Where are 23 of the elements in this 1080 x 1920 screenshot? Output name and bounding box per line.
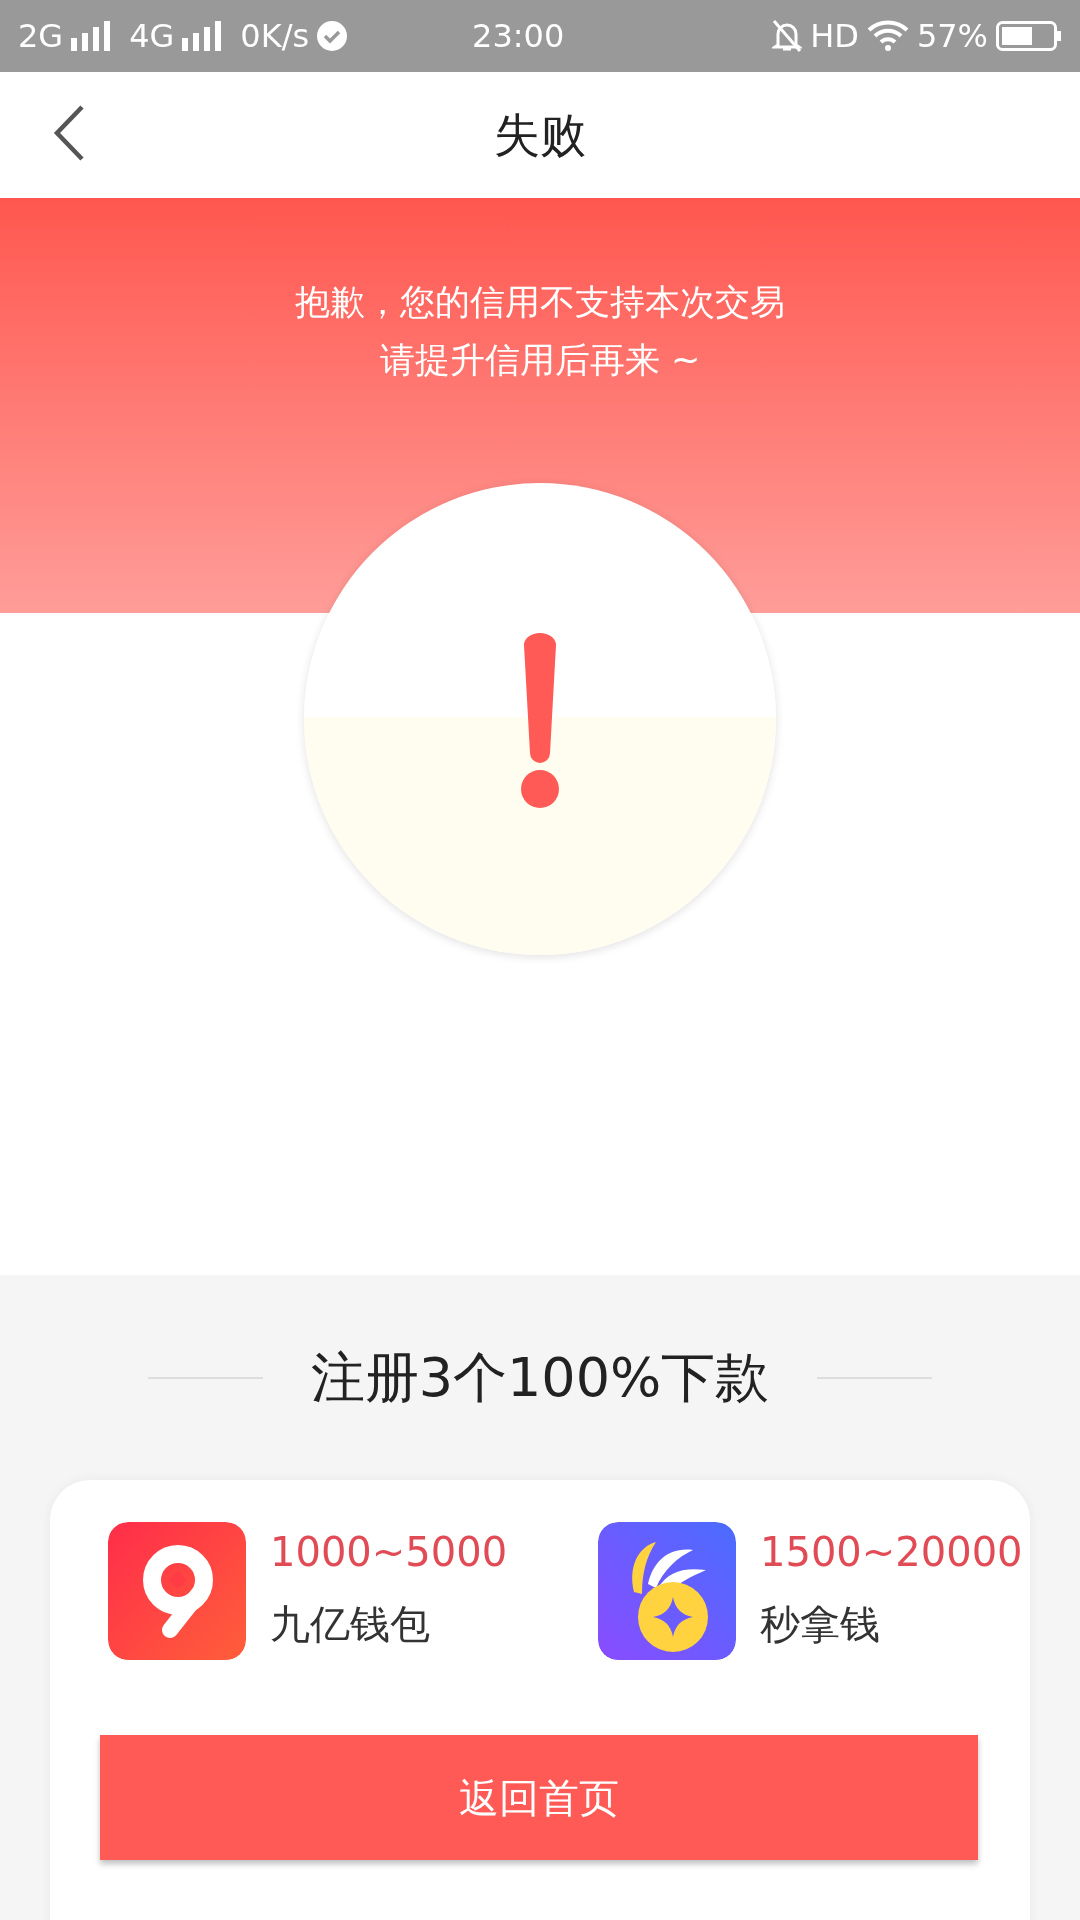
app-icon[interactable] — [108, 1522, 246, 1660]
message-line: 请提升信用后再来 ~ — [379, 339, 701, 380]
network-label: 4G — [129, 16, 175, 57]
battery-percent: 57% — [916, 16, 988, 57]
check-icon — [317, 21, 348, 51]
app-name: 九亿钱包 — [270, 1600, 431, 1649]
home-button[interactable]: 返回首页 — [100, 1735, 978, 1860]
app-icon[interactable] — [598, 1522, 736, 1660]
message-line: 抱歉，您的信用不支持本次交易 — [295, 282, 785, 322]
app-name: 秒拿钱 — [760, 1600, 881, 1649]
network-speed: 0K/s — [240, 16, 310, 57]
exclamation-icon — [518, 633, 562, 809]
network-label: 2G — [18, 16, 64, 57]
bell-off-icon — [772, 19, 803, 53]
section-title: 注册3个100%下款 — [310, 1345, 770, 1411]
amount-range: 1500~20000 — [760, 1528, 1023, 1577]
clock: 23:00 — [472, 16, 565, 57]
battery-icon — [996, 21, 1062, 51]
back-icon[interactable] — [52, 104, 86, 162]
amount-range: 1000~5000 — [270, 1528, 508, 1577]
page-title: 失败 — [494, 106, 586, 164]
hd-label: HD — [810, 16, 859, 57]
wifi-icon — [866, 20, 909, 52]
